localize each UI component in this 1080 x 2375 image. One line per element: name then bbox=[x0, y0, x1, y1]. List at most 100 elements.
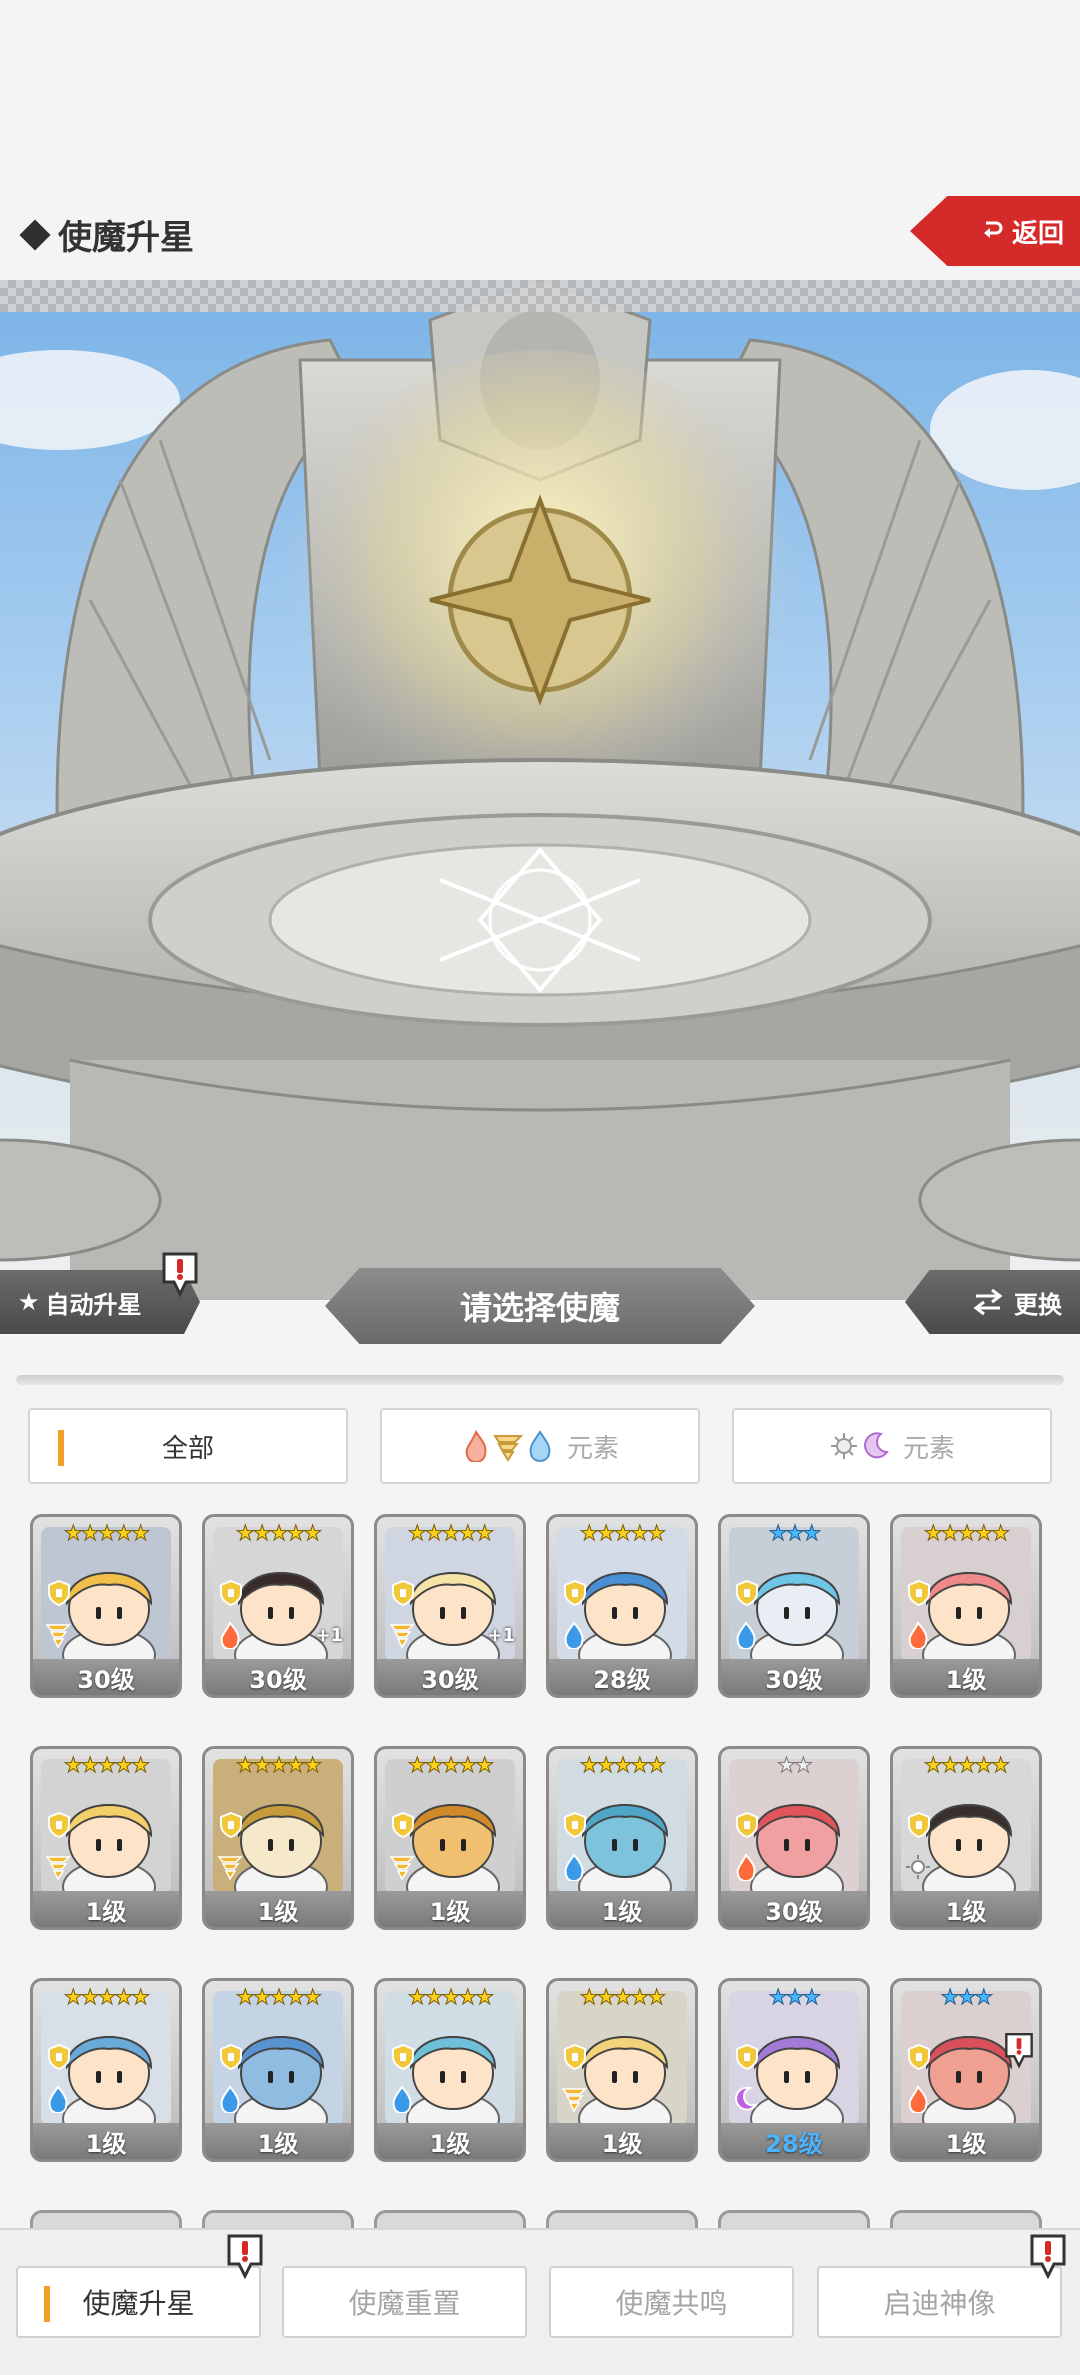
fire-element-icon bbox=[736, 1853, 756, 1881]
familiar-level: 1级 bbox=[377, 2123, 523, 2159]
star-rating: ★★★ bbox=[768, 1985, 821, 2009]
star-rating: ★★★★★ bbox=[579, 1985, 666, 2009]
alert-badge-icon bbox=[1030, 2234, 1066, 2280]
select-familiar-prompt: 请选择使魔 bbox=[325, 1268, 755, 1344]
swap-button[interactable]: 更换 bbox=[905, 1270, 1080, 1334]
element-icons bbox=[461, 1430, 555, 1462]
star-rating: ★★★★★ bbox=[407, 1521, 494, 1545]
light-element-icon bbox=[906, 1855, 930, 1879]
star-rating: ★★★★★ bbox=[235, 1985, 322, 2009]
filter-element-label-1: 元素 bbox=[566, 1433, 619, 1464]
familiar-card[interactable]: ★★★★★ 1级 bbox=[30, 1746, 182, 1930]
star-rating: ★★★★★ bbox=[63, 1521, 150, 1545]
familiar-level: 1级 bbox=[893, 2123, 1039, 2159]
familiar-level: 30级 bbox=[721, 1659, 867, 1695]
wind-element-icon bbox=[389, 1624, 415, 1649]
wind-element-icon bbox=[45, 1856, 71, 1881]
familiar-card[interactable]: ★★★ 30级 bbox=[718, 1514, 870, 1698]
star-rating: ★★ bbox=[777, 1753, 814, 1777]
familiar-card[interactable]: ★★ 30级 bbox=[718, 1746, 870, 1930]
star-rating: ★★★ bbox=[940, 1985, 993, 2009]
star-icon: ★ bbox=[18, 1288, 40, 1316]
familiar-card[interactable]: ★★★★★ 1级 bbox=[890, 1514, 1042, 1698]
familiar-card[interactable]: ★★★★★ 1级 bbox=[374, 1746, 526, 1930]
partial-row bbox=[0, 2210, 1080, 2240]
plus-badge: +1 bbox=[315, 1625, 343, 1646]
tab-familiar-resonance[interactable]: 使魔共鸣 bbox=[549, 2266, 794, 2338]
wind-element-icon bbox=[389, 1856, 415, 1881]
shield-icon bbox=[564, 1811, 586, 1839]
filter-tab-element-1[interactable]: 元素 bbox=[380, 1408, 700, 1484]
familiar-level: 1级 bbox=[33, 1891, 179, 1927]
familiar-card[interactable]: ★★★★★ 1级 bbox=[202, 1978, 354, 2162]
shield-icon bbox=[564, 1579, 586, 1607]
water-element-icon bbox=[736, 1621, 756, 1649]
familiar-card[interactable]: ★★★★★ 1级 bbox=[202, 1746, 354, 1930]
select-prompt-text: 请选择使魔 bbox=[459, 1289, 620, 1327]
shield-icon bbox=[908, 1579, 930, 1607]
tab-label: 使魔重置 bbox=[348, 2287, 461, 2320]
familiar-card[interactable]: ★★★★★ +1 30级 bbox=[374, 1514, 526, 1698]
familiar-card[interactable]: ★★★★★ +1 30级 bbox=[202, 1514, 354, 1698]
star-rating: ★★★★★ bbox=[235, 1753, 322, 1777]
diamond-icon bbox=[19, 218, 51, 251]
tab-label: 使魔共鸣 bbox=[615, 2287, 728, 2320]
divider bbox=[16, 1375, 1064, 1385]
familiar-level: 1级 bbox=[205, 1891, 351, 1927]
light-icon bbox=[830, 1433, 857, 1459]
shield-icon bbox=[48, 1811, 70, 1839]
star-rating: ★★★★★ bbox=[579, 1521, 666, 1545]
familiar-level: 30级 bbox=[33, 1659, 179, 1695]
shield-icon bbox=[392, 1579, 414, 1607]
familiar-level: 30级 bbox=[721, 1891, 867, 1927]
familiar-level: 30级 bbox=[377, 1659, 523, 1695]
star-rating: ★★★★★ bbox=[63, 1753, 150, 1777]
star-rating: ★★★★★ bbox=[923, 1521, 1010, 1545]
dark-moon-icon bbox=[864, 1432, 889, 1459]
familiar-level: 1级 bbox=[33, 2123, 179, 2159]
familiar-card[interactable]: ★★★★★ 1级 bbox=[30, 1978, 182, 2162]
star-rating: ★★★★★ bbox=[407, 1753, 494, 1777]
shield-icon bbox=[220, 2043, 242, 2071]
fire-icon bbox=[465, 1430, 487, 1462]
familiar-card[interactable]: ★★★★★ 30级 bbox=[30, 1514, 182, 1698]
wind-element-icon bbox=[217, 1856, 243, 1881]
star-rating: ★★★★★ bbox=[235, 1521, 322, 1545]
filter-tab-all[interactable]: 全部 bbox=[28, 1408, 348, 1484]
familiar-card[interactable]: ★★★ 1级 bbox=[890, 1978, 1042, 2162]
shield-icon bbox=[564, 2043, 586, 2071]
familiar-card[interactable]: ★★★★★ 28级 bbox=[546, 1514, 698, 1698]
fire-element-icon bbox=[908, 2085, 928, 2113]
water-icon bbox=[529, 1430, 551, 1462]
shield-icon bbox=[392, 2043, 414, 2071]
shield-icon bbox=[908, 1811, 930, 1839]
wind-icon bbox=[493, 1435, 523, 1462]
familiar-level: 28级 bbox=[721, 2123, 867, 2159]
fire-element-icon bbox=[908, 1621, 928, 1649]
familiar-card[interactable]: ★★★ 28级 bbox=[718, 1978, 870, 2162]
bottom-nav: 使魔升星 使魔重置 使魔共鸣 启迪神像 bbox=[0, 2228, 1080, 2375]
element-icons bbox=[829, 1430, 891, 1462]
familiar-card[interactable]: ★★★★★ 1级 bbox=[890, 1746, 1042, 1930]
tab-label: 使魔升星 bbox=[82, 2287, 195, 2320]
angel-statue-illustration bbox=[0, 280, 1080, 1300]
swap-label: 更换 bbox=[1014, 1290, 1062, 1319]
familiar-card[interactable]: ★★★★★ 1级 bbox=[546, 1746, 698, 1930]
shield-icon bbox=[48, 1579, 70, 1607]
shield-icon bbox=[48, 2043, 70, 2071]
star-rating: ★★★★★ bbox=[63, 1985, 150, 2009]
back-button[interactable]: 返回 bbox=[910, 196, 1080, 266]
familiar-level: 30级 bbox=[205, 1659, 351, 1695]
checker-strip bbox=[0, 280, 1080, 312]
shield-icon bbox=[736, 1811, 758, 1839]
familiar-card[interactable]: ★★★★★ 1级 bbox=[374, 1978, 526, 2162]
tab-accent bbox=[44, 2286, 50, 2322]
wind-element-icon bbox=[45, 1624, 71, 1649]
filter-tab-element-2[interactable]: 元素 bbox=[732, 1408, 1052, 1484]
familiar-level: 1级 bbox=[377, 1891, 523, 1927]
familiar-card[interactable]: ★★★★★ 1级 bbox=[546, 1978, 698, 2162]
familiar-level: 1级 bbox=[893, 1891, 1039, 1927]
tab-familiar-reset[interactable]: 使魔重置 bbox=[282, 2266, 527, 2338]
swap-arrows-icon bbox=[973, 1288, 1003, 1316]
tab-enlightenment-statue[interactable]: 启迪神像 bbox=[817, 2266, 1062, 2338]
